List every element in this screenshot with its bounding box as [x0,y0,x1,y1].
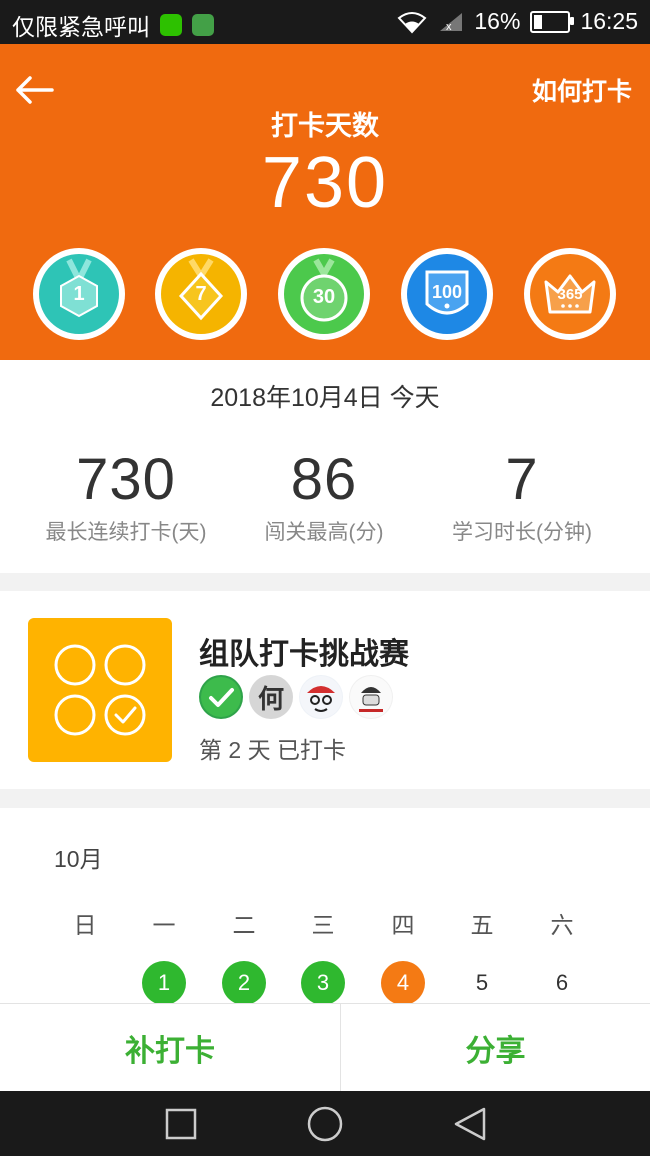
badge-30-days[interactable]: 30 [278,248,370,340]
badge-row: 1 7 30 100 365 [0,248,650,344]
weekday-label: 三 [311,912,335,938]
system-nav-bar [0,1091,650,1156]
team-challenge-card[interactable]: 组队打卡挑战赛 何 第 2 天 已打卡 [0,591,650,789]
clock: 16:25 [580,8,638,34]
weekday-label: 五 [470,912,494,938]
how-to-checkin-link[interactable]: 如何打卡 [532,72,632,108]
weekday-label: 二 [232,912,256,938]
stat-label: 学习时长(分钟) [452,521,592,544]
badge-label: 30 [312,286,336,308]
weekday-label: 六 [550,912,574,938]
svg-text:x: x [446,21,452,33]
badge-label: 365 [557,286,583,303]
stat-label: 闯关最高(分) [264,521,384,544]
stat-value: 730 [76,447,176,512]
circle-icon [307,1106,343,1142]
badge-label: 1 [73,282,85,305]
stat-label: 最长连续打卡(天) [45,521,207,544]
calendar-day[interactable]: 6 [540,961,584,1005]
current-date: 2018年10月4日 今天 [210,384,440,412]
badge-100-days[interactable]: 100 [401,248,493,340]
avatar-member[interactable] [349,675,393,719]
square-icon [165,1108,197,1140]
meme-face-icon [350,676,392,718]
stat-highest-score: 86 闯关最高(分) [216,450,432,546]
triangle-back-icon [454,1107,486,1141]
badge-1-day[interactable]: 1 [33,248,125,340]
battery-icon [530,10,575,33]
avatar-checked[interactable] [199,675,243,719]
calendar-day-today[interactable]: 4 [381,961,425,1005]
badge-label: 100 [431,282,463,302]
recent-apps-button[interactable] [160,1105,200,1145]
stat-study-time: 7 学习时长(分钟) [414,450,630,546]
team-checkin-status: 第 2 天 已打卡 [199,737,346,763]
check-icon [201,677,241,717]
stat-value: 86 [290,447,358,512]
calendar-day[interactable]: 3 [301,961,345,1005]
stat-longest-streak: 730 最长连续打卡(天) [18,450,234,546]
home-button[interactable] [305,1105,345,1145]
status-bar: 仅限紧急呼叫 x 16% 16:25 [0,0,650,44]
avatar-member[interactable]: 何 [249,675,293,719]
action-bar: 补打卡 分享 [0,1003,650,1092]
calendar-day[interactable]: 5 [460,961,504,1005]
calendar-day[interactable]: 1 [142,961,186,1005]
page-title: 打卡天数 [271,111,379,141]
shield-icon [192,14,214,36]
wechat-icon [160,14,182,36]
badge-7-days[interactable]: 7 [155,248,247,340]
weekday-label: 日 [73,912,97,938]
team-avatars: 何 [199,675,393,719]
cartoon-face-icon [300,676,342,718]
share-button[interactable]: 分享 [341,1004,650,1092]
team-grid-icon [28,618,172,762]
wifi-icon [397,11,427,33]
calendar-day[interactable]: 2 [222,961,266,1005]
makeup-checkin-button[interactable]: 补打卡 [0,1004,341,1092]
weekday-label: 四 [391,912,415,938]
checkin-day-count: 730 [261,143,389,223]
stats-panel: 2018年10月4日 今天 730 最长连续打卡(天) 86 闯关最高(分) 7… [0,360,650,573]
battery-percent: 16% [474,8,521,34]
header: 如何打卡 打卡天数 730 1 7 30 100 365 [0,44,650,360]
team-challenge-title: 组队打卡挑战赛 [199,638,409,671]
weekday-label: 一 [152,912,176,938]
carrier-text: 仅限紧急呼叫 [12,14,150,40]
avatar-member[interactable] [299,675,343,719]
calendar: 10月 日 一 二 三 四 五 六 1 2 3 4 5 6 [0,808,650,1005]
calendar-month: 10月 [54,846,103,872]
stat-value: 7 [505,447,539,512]
badge-365-days[interactable]: 365 [524,248,616,340]
back-nav-button[interactable] [450,1105,490,1145]
signal-icon: x [440,12,463,33]
badge-label: 7 [195,282,207,305]
